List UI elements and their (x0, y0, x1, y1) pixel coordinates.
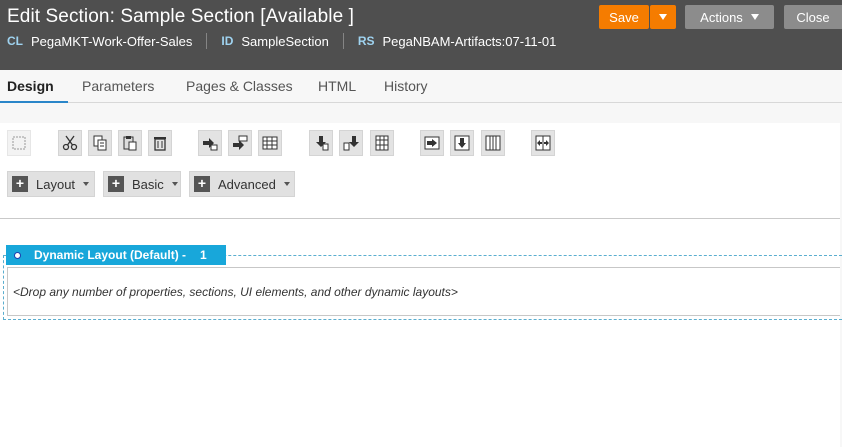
tab-pages-classes[interactable]: Pages & Classes (186, 78, 293, 94)
chevron-down-icon (83, 182, 90, 186)
meta-separator (206, 33, 208, 49)
select-icon[interactable] (7, 130, 31, 156)
add-basic-button[interactable]: + Basic (103, 171, 181, 197)
dynamic-layout-header[interactable]: Dynamic Layout (Default) - 1 (6, 245, 226, 265)
meta-key-rs: RS (357, 34, 375, 48)
tab-html[interactable]: HTML (318, 78, 356, 94)
tab-bar: Design Parameters Pages & Classes HTML H… (0, 70, 842, 103)
save-button[interactable]: Save (599, 5, 649, 29)
actions-label: Actions (700, 9, 743, 25)
header-bar: Edit Section: Sample Section [Available … (0, 0, 842, 70)
insert-row-after-icon[interactable] (198, 130, 222, 156)
insert-col-before-icon[interactable] (339, 130, 363, 156)
plus-icon: + (108, 176, 124, 192)
save-dropdown-button[interactable] (650, 5, 676, 29)
col-grid-icon[interactable] (370, 130, 394, 156)
tab-history[interactable]: History (384, 78, 428, 94)
meta-key-id: ID (221, 34, 234, 48)
drop-hint: <Drop any number of properties, sections… (13, 285, 458, 299)
dynamic-layout-label: Dynamic Layout (Default) - (34, 248, 187, 262)
chevron-down-icon (750, 14, 759, 20)
paste-icon[interactable] (118, 130, 142, 156)
meta-value-ruleset[interactable]: PegaNBAM-Artifacts:07-11-01 (382, 34, 556, 49)
layout-count: 1 (200, 248, 207, 262)
move-right-icon[interactable] (420, 130, 444, 156)
meta-value-class[interactable]: PegaMKT-Work-Offer-Sales (31, 34, 192, 49)
column-layout-icon[interactable] (481, 130, 505, 156)
plus-icon: + (194, 176, 210, 192)
plus-icon: + (12, 176, 28, 192)
row-grid-icon[interactable] (258, 130, 282, 156)
merge-icon[interactable] (531, 130, 555, 156)
insert-col-after-icon[interactable] (309, 130, 333, 156)
divider (0, 218, 840, 219)
actions-button[interactable]: Actions (685, 5, 774, 29)
copy-icon[interactable] (88, 130, 112, 156)
delete-icon[interactable] (148, 130, 172, 156)
meta-value-id: SampleSection (241, 33, 329, 49)
add-basic-label: Basic (132, 176, 164, 192)
meta-separator (342, 33, 344, 49)
add-advanced-label: Advanced (218, 176, 276, 192)
chevron-down-icon (659, 14, 667, 20)
active-tab-indicator (0, 101, 68, 103)
layout-select-radio[interactable] (14, 251, 21, 259)
add-advanced-button[interactable]: + Advanced (189, 171, 295, 197)
tab-parameters[interactable]: Parameters (82, 78, 154, 94)
add-layout-button[interactable]: + Layout (7, 171, 95, 197)
layout-drop-zone[interactable]: <Drop any number of properties, sections… (7, 267, 840, 316)
meta-key-cl: CL (7, 34, 23, 48)
page-title: Edit Section: Sample Section [Available … (7, 6, 354, 27)
add-layout-label: Layout (36, 176, 76, 192)
chevron-down-icon (171, 182, 178, 186)
rule-meta: CL PegaMKT-Work-Offer-Sales ID SampleSec… (7, 33, 556, 49)
insert-row-before-icon[interactable] (228, 130, 252, 156)
chevron-down-icon (283, 182, 290, 186)
cut-icon[interactable] (58, 130, 82, 156)
move-down-icon[interactable] (450, 130, 474, 156)
tab-design[interactable]: Design (7, 78, 54, 94)
close-button[interactable]: Close (784, 5, 842, 29)
